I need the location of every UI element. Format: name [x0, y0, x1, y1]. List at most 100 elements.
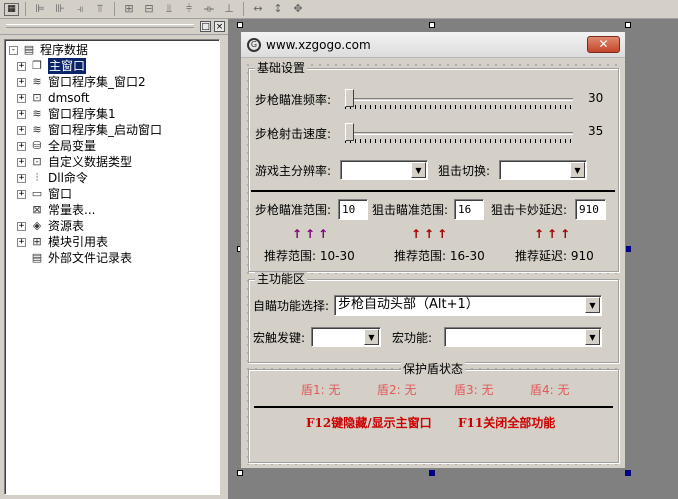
form-title: www.xzgogo.com: [266, 38, 371, 52]
tree-item[interactable]: + ▭ 窗口: [9, 186, 219, 202]
tree-item[interactable]: + ⊡ dmsoft: [9, 90, 219, 106]
same-height-icon[interactable]: ⊥: [221, 2, 237, 16]
tree-item[interactable]: + ≋ 窗口程序集1: [9, 106, 219, 122]
tree-item[interactable]: + ⊞ 模块引用表: [9, 234, 219, 250]
sniper-switch-select[interactable]: ▼: [499, 160, 587, 180]
center-v-icon[interactable]: ⫩: [181, 2, 197, 16]
shield-4-status: 盾4: 无: [530, 383, 570, 397]
expand-icon[interactable]: +: [17, 125, 26, 135]
align-right-icon[interactable]: ⫣: [72, 2, 88, 16]
arrow-up-icon: ↑↑↑: [411, 227, 451, 241]
macro-func-select[interactable]: ▼: [444, 327, 602, 347]
database-icon: ▤: [23, 43, 35, 56]
tree-item[interactable]: + ❐ 主窗口: [9, 58, 219, 74]
aim-function-value: 步枪自动头部（Alt+1）: [338, 297, 479, 312]
expand-icon[interactable]: +: [17, 221, 26, 231]
dll-icon: ⫶: [35, 171, 39, 184]
tree-item[interactable]: + ≋ 窗口程序集_窗口2: [9, 74, 219, 90]
aim-select-label: 自瞄功能选择:: [253, 299, 330, 313]
resize-handle[interactable]: [429, 22, 435, 28]
align-middle-icon[interactable]: ⊞: [121, 2, 137, 16]
shield-3-status: 盾3: 无: [454, 383, 494, 397]
tree-item-label: 窗口程序集_窗口2: [48, 75, 146, 89]
same-size-icon[interactable]: ↔: [250, 2, 266, 16]
group-title: 主功能区: [255, 272, 308, 286]
same-width-icon[interactable]: ⟛: [201, 2, 217, 16]
resize-handle[interactable]: [237, 470, 243, 476]
panel-title-bar: □ ×: [0, 19, 228, 35]
module-icon: ≋: [32, 107, 42, 120]
tree-item[interactable]: + ⛁ 全局变量: [9, 138, 219, 154]
resolution-select[interactable]: ▼: [340, 160, 428, 180]
tree-item-label: 资源表: [48, 219, 85, 233]
tree-item-label: 模块引用表: [48, 235, 109, 249]
tree-root[interactable]: - ▤ 程序数据: [9, 42, 219, 58]
rifle-range-input[interactable]: 10: [338, 199, 368, 220]
aim-freq-slider[interactable]: [345, 98, 573, 101]
panel-grip[interactable]: [6, 24, 194, 28]
expand-icon[interactable]: +: [17, 77, 26, 87]
tree-item[interactable]: ⊠ 常量表...: [9, 202, 219, 218]
chevron-down-icon[interactable]: ▼: [364, 329, 379, 345]
chevron-down-icon[interactable]: ▼: [585, 329, 600, 345]
main-form-window[interactable]: G www.xzgogo.com ✕ 基础设置 步枪瞄准频率: 30 步枪射击速…: [240, 31, 626, 469]
tree-item[interactable]: ▤ 外部文件记录表: [9, 250, 219, 266]
toolbar-separator: [25, 2, 26, 16]
macro-key-label: 宏触发键:: [253, 331, 306, 345]
collapse-icon[interactable]: -: [9, 45, 18, 55]
tree-item[interactable]: + ⊡ 自定义数据类型: [9, 154, 219, 170]
expand-icon[interactable]: +: [17, 93, 26, 103]
main-function-group: 主功能区 自瞄功能选择: 步枪自动头部（Alt+1） ▼ 宏触发键: ▼ 宏功能…: [248, 272, 619, 363]
tree-item[interactable]: + ⫶ Dll命令: [9, 170, 219, 186]
macro-key-select[interactable]: ▼: [311, 327, 381, 347]
aim-freq-thumb[interactable]: [345, 89, 354, 107]
hotkey-disable-all: F11关闭全部功能: [458, 416, 556, 430]
expand-icon[interactable]: +: [17, 61, 26, 71]
datatype-icon: ⊡: [32, 155, 42, 168]
align-bottom-icon[interactable]: ⊟: [141, 2, 157, 16]
center-h-icon[interactable]: ⫫: [161, 2, 177, 16]
shield-1-status: 盾1: 无: [301, 383, 341, 397]
module-icon: ≋: [32, 75, 42, 88]
expand-icon[interactable]: +: [17, 141, 26, 151]
shoot-speed-label: 步枪射击速度:: [255, 127, 332, 141]
spacing-all-icon[interactable]: ✥: [290, 2, 306, 16]
align-left-icon[interactable]: ⊫: [32, 2, 48, 16]
expand-icon[interactable]: +: [17, 237, 26, 247]
reference-icon: ⊞: [32, 235, 42, 248]
tree-item-label: 主窗口: [48, 58, 87, 74]
panel-close-button[interactable]: ×: [214, 21, 225, 32]
shoot-speed-thumb[interactable]: [345, 123, 354, 141]
align-center-icon[interactable]: ⊪: [52, 2, 68, 16]
tree-item[interactable]: + ◈ 资源表: [9, 218, 219, 234]
tree-item-label: 全局变量: [48, 139, 97, 153]
expand-icon[interactable]: +: [17, 173, 26, 183]
form-title-bar[interactable]: G www.xzgogo.com ✕: [241, 32, 625, 58]
form-close-button[interactable]: ✕: [587, 36, 620, 53]
panel-restore-button[interactable]: □: [200, 21, 211, 32]
chevron-down-icon[interactable]: ▼: [585, 297, 600, 313]
recommend-delay: 推荐延迟: 910: [515, 249, 594, 263]
expand-icon[interactable]: +: [17, 109, 26, 119]
resize-handle[interactable]: [625, 22, 631, 28]
tree-item[interactable]: + ≋ 窗口程序集_启动窗口: [9, 122, 219, 138]
grid-icon[interactable]: ▦: [4, 2, 19, 16]
resize-handle[interactable]: [625, 470, 631, 476]
sniper-range-input[interactable]: 16: [454, 199, 484, 220]
program-data-panel: □ × - ▤ 程序数据 + ❐ 主窗口 + ≋ 窗口程序集_窗口2 + ⊡ dmsoft + ≋ 窗…: [0, 19, 228, 499]
module-icon: ≋: [32, 123, 42, 136]
aim-function-select[interactable]: 步枪自动头部（Alt+1） ▼: [334, 295, 602, 316]
chevron-down-icon[interactable]: ▼: [411, 162, 426, 178]
spacing-v-icon[interactable]: ↕: [270, 2, 286, 16]
group-title: 基础设置: [255, 61, 308, 75]
align-top-icon[interactable]: ⫪: [92, 2, 108, 16]
chevron-down-icon[interactable]: ▼: [570, 162, 585, 178]
expand-icon[interactable]: +: [17, 157, 26, 167]
resize-handle[interactable]: [429, 470, 435, 476]
shoot-speed-value: 35: [588, 124, 604, 138]
shoot-speed-slider[interactable]: [345, 132, 573, 135]
resize-handle[interactable]: [237, 22, 243, 28]
sniper-delay-input[interactable]: 910: [575, 199, 606, 220]
expand-icon[interactable]: +: [17, 189, 26, 199]
resource-icon: ◈: [32, 219, 42, 232]
